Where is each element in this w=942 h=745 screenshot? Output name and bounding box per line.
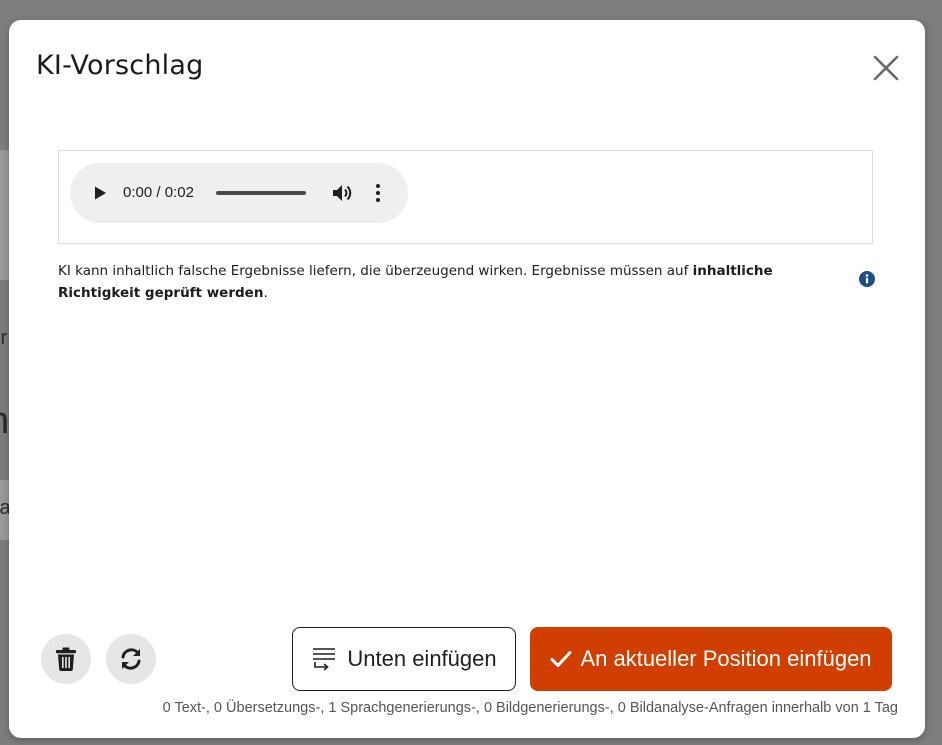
volume-button[interactable] (332, 183, 354, 203)
current-time: 0:00 (123, 184, 153, 201)
insert-at-position-button[interactable]: An aktueller Position einfügen (530, 627, 892, 691)
volume-icon (333, 185, 352, 201)
trash-icon (56, 647, 76, 671)
seek-slider[interactable] (216, 191, 306, 195)
audio-container: 0:00 / 0:02 (58, 150, 873, 244)
check-icon (550, 651, 572, 667)
time-separator: / (156, 184, 161, 201)
more-vertical-icon (376, 184, 380, 202)
disclaimer-text: KI kann inhaltlich falsche Ergebnisse li… (58, 263, 693, 279)
insert-below-label: Unten einfügen (347, 646, 497, 671)
insert-below-icon (313, 648, 336, 671)
play-icon (95, 186, 106, 200)
insert-at-position-label: An aktueller Position einfügen (580, 646, 872, 671)
disclaimer-end: . (263, 285, 268, 301)
ai-suggestion-dialog: KI-Vorschlag 0:00 / 0:02 KI kann inhaltl… (9, 20, 925, 738)
background-heading-fragment: n (0, 400, 9, 443)
close-icon (873, 55, 899, 81)
info-icon (859, 271, 875, 287)
duration: 0:02 (164, 184, 194, 201)
usage-quota-text: 0 Text-, 0 Übersetzungs-, 1 Sprachgeneri… (162, 700, 898, 716)
regenerate-button[interactable] (106, 634, 156, 684)
info-button[interactable] (859, 271, 875, 287)
insert-below-button[interactable]: Unten einfügen (292, 627, 516, 691)
delete-button[interactable] (41, 634, 91, 684)
audio-time: 0:00 / 0:02 (123, 184, 194, 201)
ai-disclaimer: KI kann inhaltlich falsche Ergebnisse li… (58, 260, 798, 304)
audio-player[interactable]: 0:00 / 0:02 (70, 163, 408, 223)
dialog-title: KI-Vorschlag (36, 50, 204, 81)
refresh-icon (121, 648, 141, 670)
play-button[interactable] (92, 185, 108, 201)
close-button[interactable] (871, 53, 901, 83)
background-text-fragment: ir (0, 327, 8, 349)
more-options-button[interactable] (374, 183, 382, 203)
